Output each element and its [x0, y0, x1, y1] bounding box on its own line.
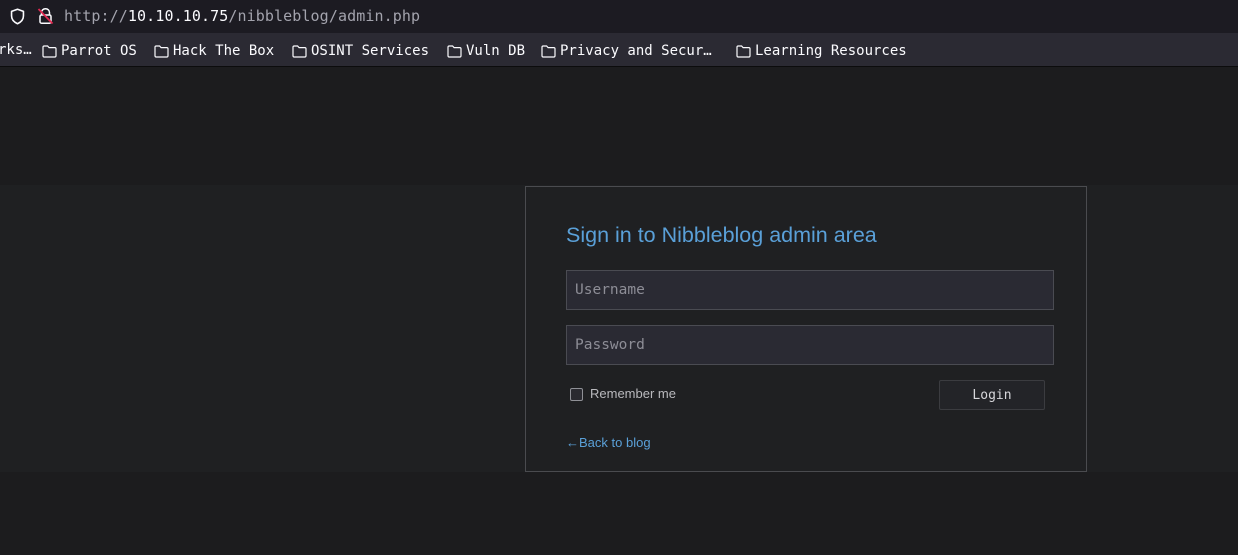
folder-icon: [736, 44, 751, 58]
url-bar[interactable]: http://10.10.10.75/nibbleblog/admin.php: [0, 0, 1238, 33]
remember-me-option[interactable]: Remember me: [570, 386, 676, 401]
url-scheme: http://: [64, 7, 128, 25]
url-host: 10.10.10.75: [127, 7, 229, 25]
bookmark-label: OSINT Services: [311, 43, 430, 59]
login-button[interactable]: Login: [939, 380, 1045, 410]
bookmark-label: Parrot OS: [61, 43, 137, 59]
login-panel: Sign in to Nibbleblog admin area Remembe…: [525, 186, 1087, 472]
back-to-blog-link[interactable]: ←Back to blog: [566, 435, 651, 450]
login-title: Sign in to Nibbleblog admin area: [566, 223, 877, 247]
remember-me-checkbox[interactable]: [570, 388, 583, 401]
bookmark-folder-parrot-os[interactable]: Parrot OS: [42, 42, 137, 60]
bookmark-folder-vuln-db[interactable]: Vuln DB: [447, 42, 525, 60]
bookmark-label: Hack The Box: [173, 43, 275, 59]
folder-icon: [42, 44, 57, 58]
bookmark-folder-privacy-and-security[interactable]: Privacy and Secur…: [541, 42, 712, 60]
bookmark-folder-learning-resources[interactable]: Learning Resources: [736, 42, 907, 60]
shield-icon[interactable]: [9, 8, 26, 25]
folder-icon: [447, 44, 462, 58]
folder-icon: [541, 44, 556, 58]
password-input[interactable]: [566, 325, 1054, 365]
bookmarks-toolbar: rks… Parrot OS Hack The Box OSINT Servic…: [0, 33, 1238, 67]
folder-icon: [292, 44, 307, 58]
url-text[interactable]: http://10.10.10.75/nibbleblog/admin.php: [64, 7, 420, 25]
bookmark-label: Learning Resources: [755, 43, 907, 59]
username-input[interactable]: [566, 270, 1054, 310]
bookmark-label: Privacy and Secur…: [560, 43, 712, 59]
bookmark-label: Vuln DB: [466, 43, 526, 59]
bookmark-folder-osint-services[interactable]: OSINT Services: [292, 42, 429, 60]
remember-me-label[interactable]: Remember me: [590, 386, 676, 401]
bookmark-overflow-label[interactable]: rks…: [0, 42, 32, 58]
url-path: /nibbleblog/admin.php: [228, 7, 421, 25]
folder-icon: [154, 44, 169, 58]
lock-icon[interactable]: [37, 7, 54, 25]
url-bar-field[interactable]: http://10.10.10.75/nibbleblog/admin.php: [0, 0, 1238, 33]
bookmark-folder-hack-the-box[interactable]: Hack The Box: [154, 42, 274, 60]
